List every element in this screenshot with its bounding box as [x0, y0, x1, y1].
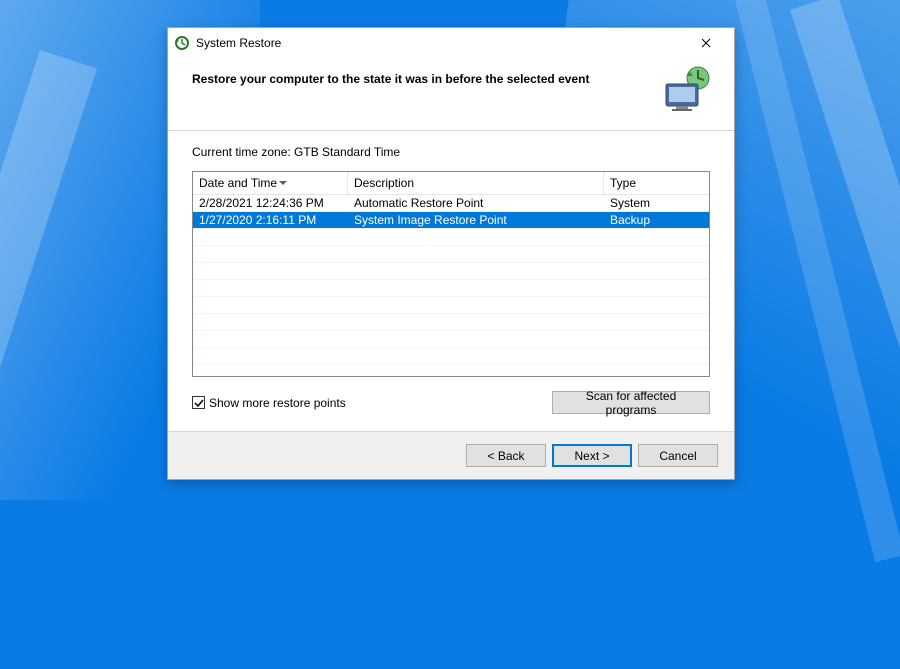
- show-more-checkbox-row[interactable]: Show more restore points: [192, 396, 346, 410]
- next-button[interactable]: Next >: [552, 444, 632, 467]
- system-restore-dialog: System Restore Restore your computer to …: [167, 27, 735, 480]
- table-row-empty: [193, 297, 709, 314]
- table-row-empty: [193, 331, 709, 348]
- window-title: System Restore: [196, 36, 686, 50]
- table-row-empty: [193, 280, 709, 297]
- system-restore-icon: [174, 35, 190, 51]
- restore-monitor-icon: [662, 66, 710, 114]
- show-more-checkbox[interactable]: [192, 396, 205, 409]
- close-button[interactable]: [686, 29, 726, 57]
- table-row[interactable]: 2/28/2021 12:24:36 PMAutomatic Restore P…: [193, 195, 709, 212]
- table-body: 2/28/2021 12:24:36 PMAutomatic Restore P…: [193, 195, 709, 377]
- table-row-empty: [193, 314, 709, 331]
- table-row[interactable]: 1/27/2020 2:16:11 PMSystem Image Restore…: [193, 212, 709, 229]
- sort-descending-icon: [279, 181, 287, 185]
- table-cell-desc: Automatic Restore Point: [348, 195, 604, 211]
- table-cell-date: 1/27/2020 2:16:11 PM: [193, 212, 348, 228]
- table-row-empty: [193, 365, 709, 377]
- show-more-label: Show more restore points: [209, 396, 346, 410]
- table-header: Date and Time Description Type: [193, 172, 709, 195]
- timezone-label: Current time zone: GTB Standard Time: [192, 145, 710, 159]
- wizard-footer: < Back Next > Cancel: [168, 431, 734, 479]
- scan-affected-button[interactable]: Scan for affected programs: [552, 391, 710, 414]
- restore-points-table[interactable]: Date and Time Description Type 2/28/2021…: [192, 171, 710, 377]
- wizard-content: Current time zone: GTB Standard Time Dat…: [168, 131, 734, 414]
- column-header-description[interactable]: Description: [348, 172, 604, 194]
- titlebar[interactable]: System Restore: [168, 28, 734, 58]
- column-label: Date and Time: [199, 176, 277, 190]
- table-row-empty: [193, 348, 709, 365]
- checkmark-icon: [194, 398, 204, 408]
- wizard-heading: Restore your computer to the state it wa…: [192, 66, 589, 86]
- table-row-empty: [193, 263, 709, 280]
- column-header-type[interactable]: Type: [604, 172, 704, 194]
- close-icon: [701, 38, 711, 48]
- back-button[interactable]: < Back: [466, 444, 546, 467]
- table-cell-type: Backup: [604, 212, 704, 228]
- wizard-header: Restore your computer to the state it wa…: [168, 58, 734, 131]
- cancel-button[interactable]: Cancel: [638, 444, 718, 467]
- table-row-empty: [193, 246, 709, 263]
- table-cell-date: 2/28/2021 12:24:36 PM: [193, 195, 348, 211]
- table-cell-desc: System Image Restore Point: [348, 212, 604, 228]
- table-row-empty: [193, 229, 709, 246]
- table-cell-type: System: [604, 195, 704, 211]
- column-header-date[interactable]: Date and Time: [193, 172, 348, 194]
